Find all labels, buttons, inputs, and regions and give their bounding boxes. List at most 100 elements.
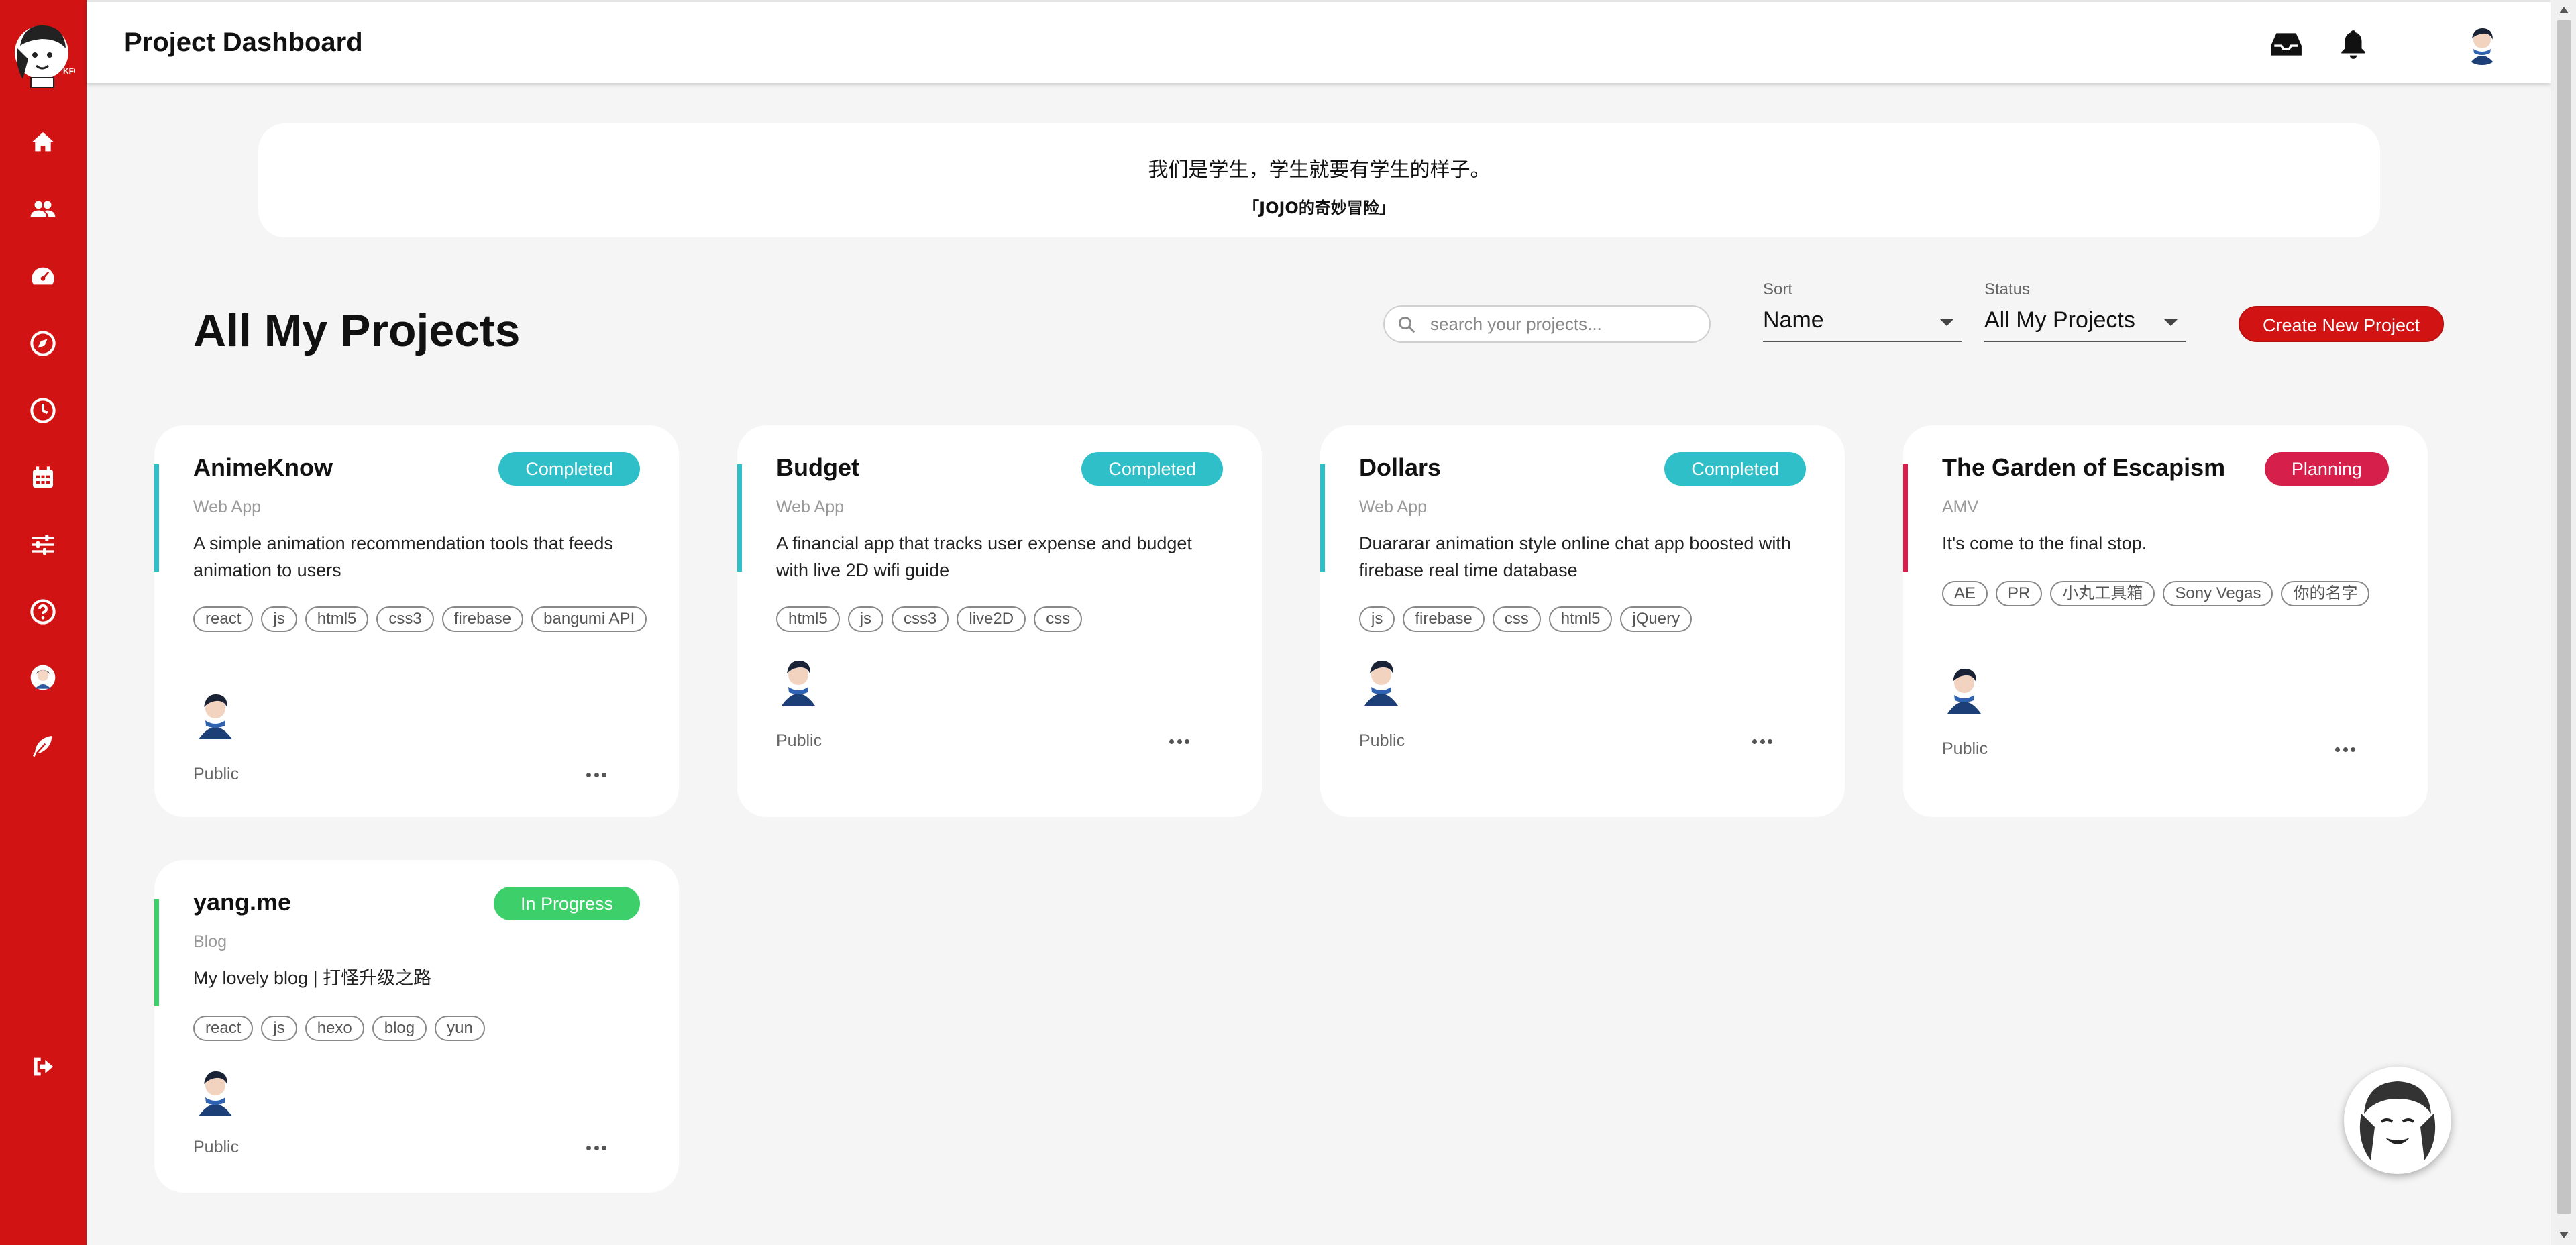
member-avatar[interactable] [1359,655,1403,706]
project-card[interactable]: AnimeKnow Completed Web App A simple ani… [154,425,679,817]
search-box[interactable] [1383,305,1711,343]
tag[interactable]: js [261,1016,297,1041]
tag[interactable]: html5 [776,606,840,632]
project-category: Web App [193,498,262,517]
tag[interactable]: Sony Vegas [2163,581,2273,606]
create-project-button[interactable]: Create New Project [2239,306,2444,342]
dashboard-icon[interactable] [27,260,59,292]
project-description: My lovely blog | 打怪升级之路 [193,968,432,988]
project-category: Blog [193,932,227,951]
scroll-thumb[interactable] [2557,20,2571,1214]
help-icon[interactable] [27,596,59,628]
tag[interactable]: 你的名字 [2281,581,2370,606]
tag[interactable]: live2D [957,606,1026,632]
sort-value: Name [1763,307,1824,333]
more-options-icon[interactable] [586,1146,606,1154]
tag-list: AE PR 小丸工具箱 Sony Vegas 你的名字 [1942,581,2398,606]
status-dropdown[interactable]: All My Projects [1984,307,2186,342]
tag[interactable]: jQuery [1620,606,1693,632]
member-avatar[interactable] [1942,663,1986,714]
project-title[interactable]: Budget [776,453,859,482]
tag[interactable]: css [1492,606,1541,632]
quote-banner: 我们是学生，学生就要有学生的样子。 「JOJO的奇妙冒险」 [258,123,2380,237]
tag[interactable]: js [261,606,297,632]
user-avatar[interactable] [2461,22,2504,65]
tag[interactable]: yun [435,1016,485,1041]
scroll-down-arrow[interactable] [2559,1232,2569,1238]
status-value: All My Projects [1984,307,2135,333]
sidebar: KFC [0,0,87,1245]
visibility-label: Public [1942,739,1988,758]
status-accent-bar [1320,464,1325,572]
vertical-scrollbar[interactable] [2551,0,2576,1245]
tag[interactable]: AE [1942,581,1988,606]
tag[interactable]: bangumi API [531,606,647,632]
sliders-icon[interactable] [27,529,59,561]
tag[interactable]: firebase [441,606,524,632]
tag[interactable]: firebase [1403,606,1485,632]
tag[interactable]: css3 [376,606,434,632]
member-avatar[interactable] [193,1065,237,1116]
project-description: Duararar animation style online chat app… [1359,533,1791,580]
tag[interactable]: blog [372,1016,427,1041]
avatar-icon[interactable] [27,661,59,694]
sort-dropdown[interactable]: Name [1763,307,1962,342]
visibility-label: Public [1359,731,1405,750]
tag-list: html5 js css3 live2D css [776,606,1232,632]
tag[interactable]: css [1034,606,1083,632]
kfc-logo[interactable]: KFC [11,19,80,91]
users-icon[interactable] [27,193,59,225]
tag[interactable]: css3 [892,606,949,632]
tag[interactable]: html5 [1548,606,1613,632]
status-accent-bar [154,464,159,572]
project-title[interactable]: AnimeKnow [193,453,333,482]
project-card[interactable]: yang.me In Progress Blog My lovely blog … [154,860,679,1193]
more-options-icon[interactable] [2335,747,2355,755]
scroll-up-arrow[interactable] [2559,7,2569,13]
project-title[interactable]: yang.me [193,888,291,916]
quote-source: 「JOJO的奇妙冒险」 [1243,199,1395,217]
tag[interactable]: hexo [305,1016,364,1041]
project-title[interactable]: The Garden of Escapism [1942,453,2225,482]
project-card[interactable]: Budget Completed Web App A financial app… [737,425,1262,817]
visibility-label: Public [776,731,822,750]
more-options-icon[interactable] [586,773,606,781]
status-label: Status [1984,280,2031,299]
project-title[interactable]: Dollars [1359,453,1441,482]
project-category: Web App [1359,498,1428,517]
inbox-icon[interactable] [2269,28,2303,61]
feather-icon[interactable] [27,730,59,762]
svg-text:KFC: KFC [63,66,75,76]
calendar-icon[interactable] [27,462,59,494]
tag[interactable]: html5 [305,606,369,632]
sort-select[interactable]: Sort Name [1763,280,1962,347]
more-options-icon[interactable] [1752,739,1772,747]
logout-icon[interactable] [27,1050,59,1083]
search-input[interactable] [1430,312,1699,336]
tag[interactable]: 小丸工具箱 [2050,581,2155,606]
home-icon[interactable] [27,126,59,158]
tag[interactable]: react [193,1016,254,1041]
section-title: All My Projects [193,305,521,356]
member-avatar[interactable] [193,688,237,739]
tag[interactable]: js [847,606,884,632]
project-card[interactable]: The Garden of Escapism Planning AMV It's… [1903,425,2428,817]
project-card[interactable]: Dollars Completed Web App Duararar anima… [1320,425,1845,817]
status-accent-bar [1903,464,1908,572]
tag-list: react js hexo blog yun [193,1016,649,1041]
visibility-label: Public [193,765,239,783]
status-accent-bar [154,899,159,1006]
clock-icon[interactable] [27,394,59,427]
mascot-chat-button[interactable] [2344,1067,2451,1174]
member-avatar[interactable] [776,655,820,706]
tag-list: react js html5 css3 firebase bangumi API [193,606,649,632]
sort-label: Sort [1763,280,1793,299]
compass-icon[interactable] [27,327,59,360]
tag[interactable]: js [1359,606,1395,632]
tag[interactable]: react [193,606,254,632]
status-select[interactable]: Status All My Projects [1984,280,2186,347]
tag-list: js firebase css html5 jQuery [1359,606,1815,632]
more-options-icon[interactable] [1169,739,1189,747]
tag[interactable]: PR [1996,581,2043,606]
bell-icon[interactable] [2337,28,2370,61]
